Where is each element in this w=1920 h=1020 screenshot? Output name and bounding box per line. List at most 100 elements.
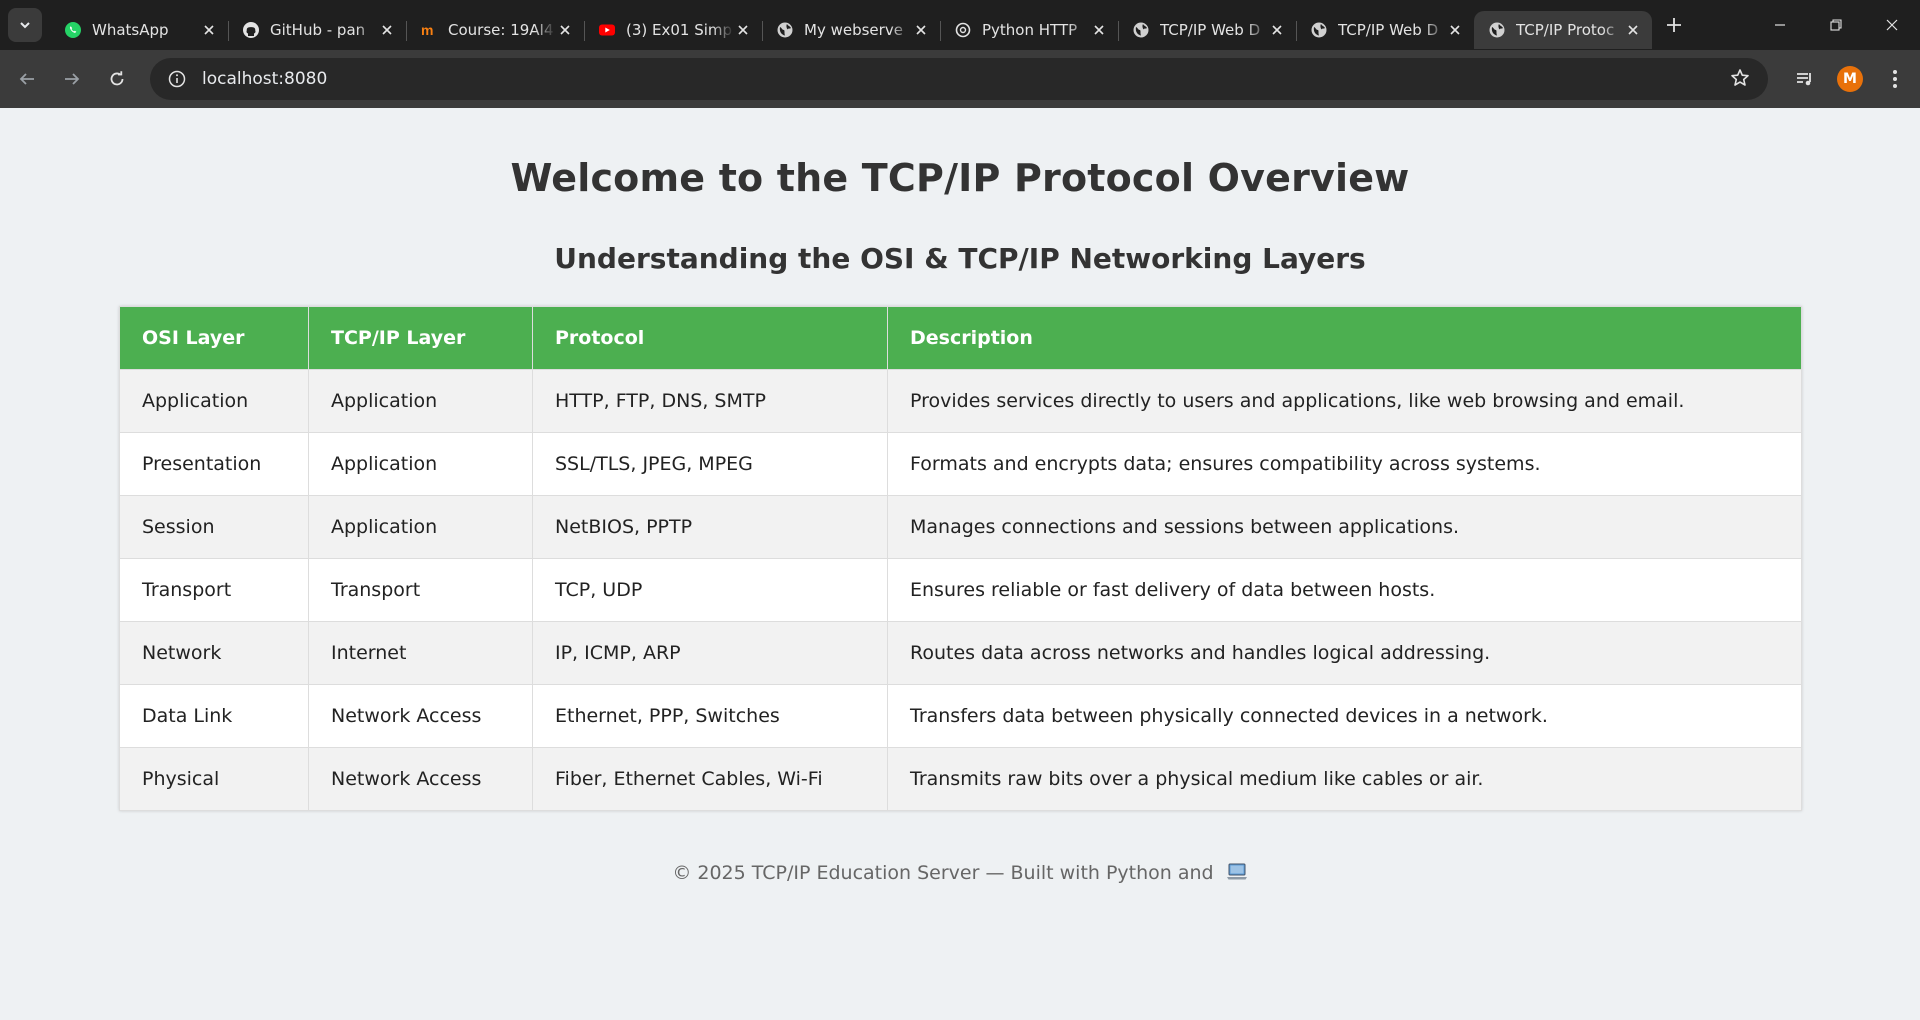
tab-title: TCP/IP Web D	[1160, 21, 1261, 39]
cell-tcpip-layer: Network Access	[308, 747, 533, 811]
globe-icon	[1132, 21, 1150, 39]
cell-protocol: IP, ICMP, ARP	[532, 621, 888, 685]
tab-close-icon[interactable]	[1090, 20, 1108, 40]
globe-icon	[1488, 21, 1506, 39]
column-header-osi-layer: OSI Layer	[119, 306, 309, 370]
chatgpt-icon	[954, 21, 972, 39]
url-text[interactable]: localhost:8080	[202, 69, 327, 89]
youtube-icon	[598, 21, 616, 39]
playlist-icon	[1797, 73, 1811, 86]
kebab-menu-icon	[1893, 70, 1897, 88]
table-row: Physical Network Access Fiber, Ethernet Ca…	[119, 747, 1802, 811]
cell-protocol: SSL/TLS, JPEG, MPEG	[532, 432, 888, 496]
browser-tab[interactable]: TCP/IP Protoc	[1474, 11, 1652, 49]
tab-title: (3) Ex01 Simp	[626, 21, 733, 39]
browser-tab[interactable]: WhatsApp	[50, 11, 228, 49]
browser-toolbar: localhost:8080 M	[0, 50, 1920, 108]
tab-close-icon[interactable]	[556, 20, 574, 40]
tab-title: GitHub - pan	[270, 21, 366, 39]
cell-tcpip-layer: Application	[308, 495, 533, 559]
table-row: Transport Transport TCP, UDP Ensures reliab…	[119, 558, 1802, 622]
tab-close-icon[interactable]	[378, 20, 396, 40]
cell-osi-layer: Session	[119, 495, 309, 559]
new-tab-button[interactable]	[1656, 7, 1692, 43]
tab-strip: WhatsApp GitHub - pan m Course: 19AI4 (3) Ex…	[0, 0, 1920, 50]
tab-title: TCP/IP Protoc	[1516, 21, 1615, 39]
cell-protocol: TCP, UDP	[532, 558, 888, 622]
forward-button[interactable]	[54, 61, 90, 97]
cell-osi-layer: Transport	[119, 558, 309, 622]
media-controls-button[interactable]	[1785, 59, 1825, 99]
footer: © 2025 TCP/IP Education Server — Built w…	[0, 862, 1920, 887]
browser-menu-button[interactable]	[1875, 59, 1915, 99]
globe-icon	[1310, 21, 1328, 39]
cell-description: Transmits raw bits over a physical mediu…	[887, 747, 1802, 811]
tab-close-icon[interactable]	[1446, 20, 1464, 40]
tab-search-button[interactable]	[8, 8, 42, 42]
browser-tab[interactable]: GitHub - pan	[228, 11, 406, 49]
chevron-down-icon	[20, 22, 30, 29]
table-row: Presentation Application SSL/TLS, JPEG, MP…	[119, 432, 1802, 496]
column-header-tcpip-layer: TCP/IP Layer	[308, 306, 533, 370]
page-content: Welcome to the TCP/IP Protocol Overview …	[0, 108, 1920, 1020]
browser-tab[interactable]: TCP/IP Web D	[1296, 11, 1474, 49]
tab-close-icon[interactable]	[1268, 20, 1286, 40]
close-icon	[1886, 19, 1898, 31]
bookmark-star-icon[interactable]	[1730, 68, 1750, 92]
plus-icon	[1667, 18, 1681, 32]
globe-icon	[776, 21, 794, 39]
layers-table: OSI Layer TCP/IP Layer Protocol Descript…	[119, 306, 1802, 811]
address-bar[interactable]: localhost:8080	[150, 58, 1768, 100]
cell-tcpip-layer: Internet	[308, 621, 533, 685]
table-row: Network Internet IP, ICMP, ARP Routes data …	[119, 621, 1802, 685]
cell-description: Provides services directly to users and …	[887, 369, 1802, 433]
avatar: M	[1837, 66, 1863, 92]
cell-osi-layer: Network	[119, 621, 309, 685]
cell-protocol: NetBIOS, PPTP	[532, 495, 888, 559]
minimize-button[interactable]	[1752, 0, 1808, 50]
cell-protocol: Ethernet, PPP, Switches	[532, 684, 888, 748]
table-body: Application Application HTTP, FTP, DNS, SM…	[119, 369, 1802, 811]
tab-title: My webserve	[804, 21, 903, 39]
browser-tab[interactable]: TCP/IP Web D	[1118, 11, 1296, 49]
moodle-icon: m	[420, 21, 438, 39]
tab-close-icon[interactable]	[734, 20, 752, 40]
table-row: Session Application NetBIOS, PPTP Manages c…	[119, 495, 1802, 559]
browser-tab[interactable]: m Course: 19AI4	[406, 11, 584, 49]
cell-description: Manages connections and sessions between…	[887, 495, 1802, 559]
tab-title: Course: 19AI4	[448, 21, 554, 39]
reload-button[interactable]	[99, 61, 135, 97]
github-icon	[242, 21, 260, 39]
cell-description: Formats and encrypts data; ensures compa…	[887, 432, 1802, 496]
tab-close-icon[interactable]	[912, 20, 930, 40]
cell-tcpip-layer: Network Access	[308, 684, 533, 748]
cell-osi-layer: Physical	[119, 747, 309, 811]
cell-osi-layer: Application	[119, 369, 309, 433]
back-button[interactable]	[9, 61, 45, 97]
cell-tcpip-layer: Transport	[308, 558, 533, 622]
browser-tab[interactable]: Python HTTP	[940, 11, 1118, 49]
arrow-left-icon	[19, 73, 34, 85]
site-info-icon[interactable]	[166, 68, 188, 90]
close-window-button[interactable]	[1864, 0, 1920, 50]
tab-title: TCP/IP Web D	[1338, 21, 1439, 39]
profile-button[interactable]: M	[1830, 59, 1870, 99]
window-controls	[1752, 0, 1920, 50]
restore-button[interactable]	[1808, 0, 1864, 50]
arrow-right-icon	[65, 73, 80, 85]
cell-osi-layer: Data Link	[119, 684, 309, 748]
toolbar-right: M	[1785, 50, 1920, 108]
tab-title: WhatsApp	[92, 21, 169, 39]
browser-tab[interactable]: (3) Ex01 Simp	[584, 11, 762, 49]
table-header-row: OSI Layer TCP/IP Layer Protocol Descript…	[119, 306, 1802, 370]
restore-icon	[1830, 19, 1842, 31]
table-row: Application Application HTTP, FTP, DNS, SM…	[119, 369, 1802, 433]
tab-close-icon[interactable]	[200, 20, 218, 40]
column-header-description: Description	[887, 306, 1802, 370]
cell-osi-layer: Presentation	[119, 432, 309, 496]
browser-tab[interactable]: My webserve	[762, 11, 940, 49]
cell-description: Transfers data between physically connec…	[887, 684, 1802, 748]
cell-protocol: HTTP, FTP, DNS, SMTP	[532, 369, 888, 433]
tab-close-icon[interactable]	[1624, 20, 1642, 40]
minimize-icon	[1775, 24, 1785, 26]
